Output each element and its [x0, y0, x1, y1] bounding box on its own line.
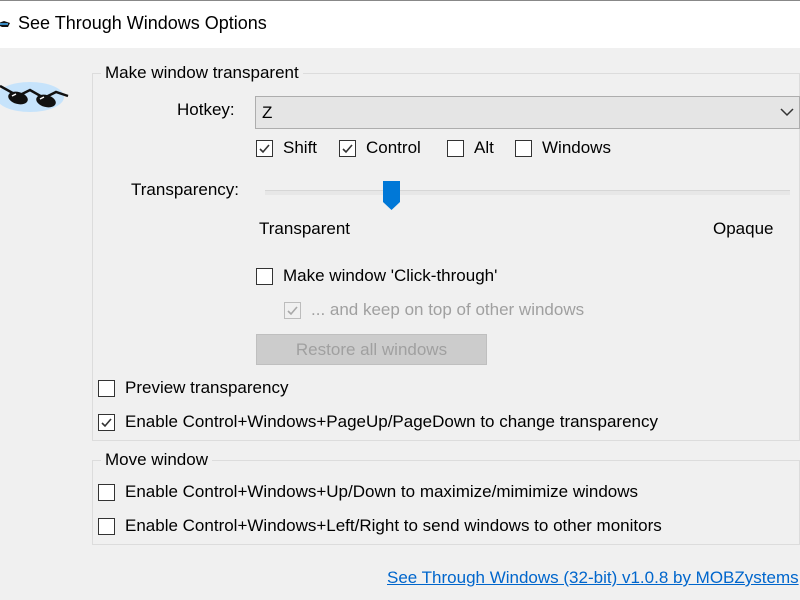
- monitors-checkbox-row[interactable]: Enable Control+Windows+Left/Right to sen…: [98, 516, 662, 536]
- transparency-slider-thumb[interactable]: [382, 181, 400, 210]
- transparency-label: Transparency:: [131, 180, 240, 199]
- control-checkbox-row[interactable]: Control: [339, 138, 421, 158]
- checkmark-icon: [342, 143, 353, 153]
- transparency-slider-track[interactable]: [265, 190, 790, 195]
- windows-label: Windows: [542, 138, 611, 157]
- click-through-label: Make window 'Click-through': [283, 266, 498, 285]
- move-group-legend: Move window: [101, 450, 212, 470]
- window-title: See Through Windows Options: [18, 13, 267, 33]
- preview-label: Preview transparency: [125, 378, 289, 397]
- alt-label: Alt: [474, 138, 494, 157]
- checkmark-icon: [259, 143, 270, 153]
- sunglasses-icon: [0, 21, 10, 27]
- windows-checkbox-row[interactable]: Windows: [515, 138, 611, 158]
- chevron-down-icon: [780, 108, 794, 117]
- checkmark-icon: [101, 417, 112, 427]
- maximize-label: Enable Control+Windows+Up/Down to maximi…: [125, 482, 639, 501]
- sunglasses-logo: [0, 82, 69, 112]
- windows-checkbox[interactable]: [515, 139, 532, 157]
- hotkey-label: Hotkey:: [177, 100, 235, 119]
- control-label: Control: [366, 138, 421, 157]
- monitors-label: Enable Control+Windows+Left/Right to sen…: [125, 516, 662, 535]
- hotkey-value: Z: [262, 103, 273, 122]
- restore-all-windows-button[interactable]: Restore all windows: [256, 334, 487, 365]
- preview-checkbox[interactable]: [98, 379, 115, 397]
- keep-on-top-checkbox-row[interactable]: ... and keep on top of other windows: [284, 300, 584, 320]
- keep-on-top-checkbox[interactable]: [284, 301, 301, 319]
- shift-checkbox[interactable]: [256, 139, 273, 157]
- shift-label: Shift: [283, 138, 318, 157]
- about-link[interactable]: See Through Windows (32-bit) v1.0.8 by M…: [387, 568, 799, 588]
- enable-pageup-checkbox[interactable]: [98, 413, 115, 431]
- checkmark-icon: [287, 305, 298, 315]
- options-window: See Through Windows Options Make window …: [0, 0, 800, 600]
- maximize-checkbox[interactable]: [98, 483, 115, 501]
- slider-max-label: Opaque: [713, 219, 774, 238]
- slider-min-label: Transparent: [259, 219, 351, 238]
- monitors-checkbox[interactable]: [98, 517, 115, 535]
- alt-checkbox[interactable]: [447, 139, 464, 157]
- transparent-group-legend: Make window transparent: [101, 63, 303, 83]
- enable-pageup-checkbox-row[interactable]: Enable Control+Windows+PageUp/PageDown t…: [98, 412, 658, 432]
- hotkey-select[interactable]: Z: [255, 96, 800, 129]
- preview-checkbox-row[interactable]: Preview transparency: [98, 378, 288, 398]
- maximize-checkbox-row[interactable]: Enable Control+Windows+Up/Down to maximi…: [98, 482, 638, 502]
- shift-checkbox-row[interactable]: Shift: [256, 138, 317, 158]
- click-through-checkbox[interactable]: [256, 267, 273, 285]
- enable-pageup-label: Enable Control+Windows+PageUp/PageDown t…: [125, 412, 658, 431]
- control-checkbox[interactable]: [339, 139, 356, 157]
- click-through-checkbox-row[interactable]: Make window 'Click-through': [256, 266, 497, 286]
- alt-checkbox-row[interactable]: Alt: [447, 138, 494, 158]
- keep-on-top-label: ... and keep on top of other windows: [311, 300, 585, 319]
- title-bar[interactable]: See Through Windows Options: [0, 0, 800, 48]
